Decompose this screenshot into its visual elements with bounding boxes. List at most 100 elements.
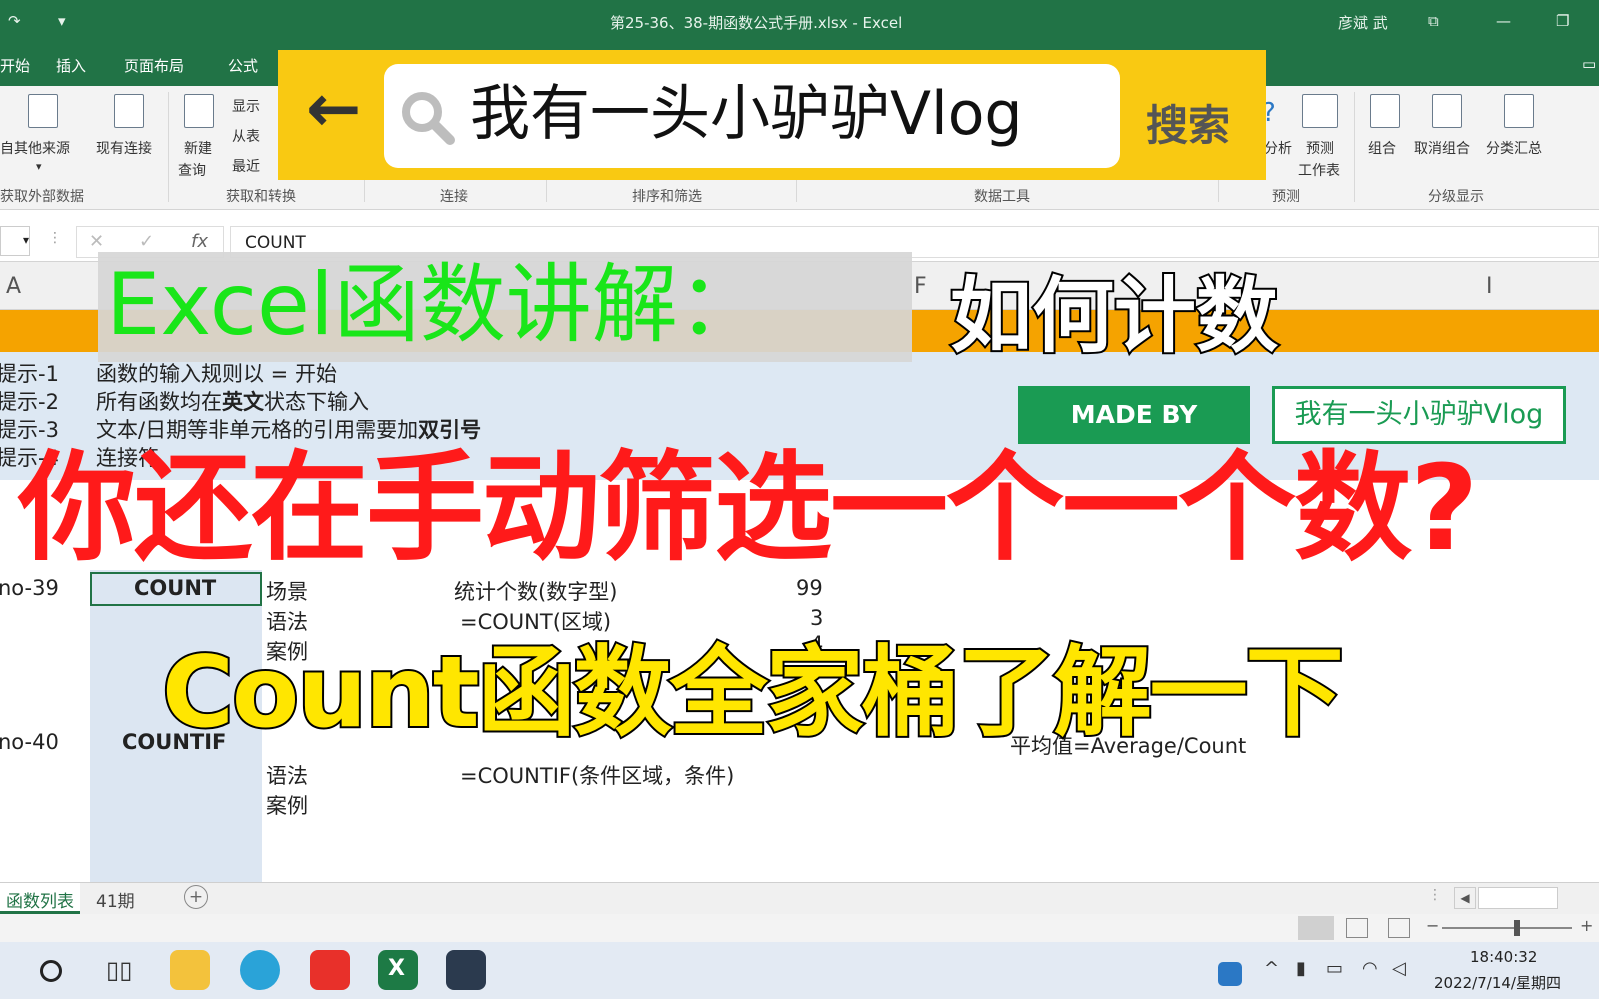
page-layout-view-icon[interactable]: [1346, 918, 1368, 938]
ribbon-expand-icon[interactable]: ▭: [1582, 55, 1596, 73]
other-sources-button[interactable]: 自其他来源: [0, 138, 70, 158]
window-title: 第25-36、38-期函数公式手册.xlsx - Excel: [610, 14, 903, 32]
column-header-a[interactable]: A: [6, 274, 21, 299]
minimize-icon[interactable]: —: [1496, 12, 1511, 30]
group-label-sort-filter: 排序和筛选: [632, 189, 702, 205]
name-box-dropdown-icon[interactable]: ▾: [0, 226, 30, 256]
group-button[interactable]: 组合: [1368, 138, 1396, 158]
page-break-view-icon[interactable]: [1388, 918, 1410, 938]
status-bar: − +: [0, 914, 1599, 942]
tab-insert[interactable]: 插入: [56, 55, 86, 76]
zoom-in-icon[interactable]: +: [1580, 916, 1593, 935]
normal-view-icon[interactable]: [1298, 916, 1334, 940]
tip-label-1[interactable]: 提示-1: [0, 358, 59, 388]
group-label-forecast: 预测: [1272, 189, 1300, 205]
edge-browser-icon[interactable]: [240, 950, 280, 990]
zoom-slider[interactable]: [1442, 927, 1572, 929]
tip-text-2-pre: 所有函数均在: [96, 390, 222, 414]
subtotal-button[interactable]: 分类汇总: [1486, 138, 1542, 158]
scroll-left-icon[interactable]: ◀: [1454, 887, 1476, 909]
redo-icon[interactable]: ↷: [8, 12, 21, 30]
tab-home[interactable]: 开始: [0, 55, 30, 76]
enter-icon[interactable]: ✓: [139, 231, 154, 252]
search-query-text: 我有一头小驴驴Vlog: [470, 79, 1023, 149]
what-if-analysis-button[interactable]: 分析: [1264, 138, 1292, 158]
wifi-icon[interactable]: ◠: [1362, 958, 1378, 979]
excel-app-icon[interactable]: X: [378, 950, 418, 990]
forecast-sheet-button-line1[interactable]: 预测: [1306, 138, 1334, 158]
tray-expand-icon[interactable]: ^: [1264, 958, 1279, 979]
volume-icon[interactable]: ◁: [1392, 958, 1406, 979]
tip-label-2[interactable]: 提示-2: [0, 386, 59, 416]
new-query-button-line1[interactable]: 新建: [184, 138, 212, 158]
splitter-icon[interactable]: ⋮: [48, 230, 62, 246]
row39-syntax-label[interactable]: 语法: [266, 606, 308, 636]
sheet-tab-function-list[interactable]: 函数列表: [0, 883, 80, 914]
heading-excel-functions: Excel函数讲解：: [106, 255, 764, 355]
tab-formulas[interactable]: 公式: [228, 55, 258, 76]
group-label-data-tools: 数据工具: [974, 189, 1030, 205]
existing-connections-button[interactable]: 现有连接: [96, 138, 152, 158]
forecast-sheet-button-line2[interactable]: 工作表: [1298, 160, 1340, 180]
search-circle-icon[interactable]: [40, 960, 62, 982]
group-label-get-transform: 获取和转换: [226, 189, 296, 205]
add-sheet-icon[interactable]: +: [184, 885, 208, 909]
tray-app-icon[interactable]: [1218, 962, 1242, 986]
row-no-40[interactable]: no-40: [0, 730, 59, 754]
horizontal-scrollbar[interactable]: [1478, 887, 1558, 909]
forecast-sheet-icon: [1302, 94, 1338, 128]
row40-syntax-label[interactable]: 语法: [266, 760, 308, 790]
zoom-out-icon[interactable]: −: [1426, 916, 1439, 935]
clock-time[interactable]: 18:40:32: [1470, 948, 1537, 966]
row39-scene-value[interactable]: 统计个数(数字型): [454, 576, 617, 606]
ungroup-icon: [1432, 94, 1462, 128]
ungroup-button[interactable]: 取消组合: [1414, 138, 1470, 158]
battery-icon[interactable]: ▭: [1326, 958, 1343, 979]
row39-syntax-value[interactable]: =COUNT(区域): [460, 606, 611, 636]
microphone-icon[interactable]: ▮: [1296, 958, 1306, 979]
bilibili-app-icon[interactable]: [446, 950, 486, 990]
ribbon-separator: [168, 92, 169, 202]
cancel-icon[interactable]: ✕: [89, 231, 104, 252]
user-name[interactable]: 彦斌 武: [1338, 12, 1388, 33]
restore-icon[interactable]: ❐: [1556, 12, 1569, 30]
task-view-icon[interactable]: ▯▯: [106, 956, 132, 984]
row40-example-label[interactable]: 案例: [266, 790, 308, 820]
row39-example-value-1[interactable]: 99: [796, 576, 823, 600]
row39-example-value-2[interactable]: 3: [810, 606, 823, 630]
column-header-f[interactable]: F: [914, 274, 927, 299]
subtotal-icon: [1504, 94, 1534, 128]
heading-how-to-count: 如何计数: [948, 269, 1280, 364]
tip-text-2-bold: 英文: [222, 390, 264, 414]
row-no-39[interactable]: no-39: [0, 576, 59, 600]
show-queries-button[interactable]: 显示: [232, 96, 260, 116]
tip-text-1[interactable]: 函数的输入规则以 = 开始: [96, 358, 337, 388]
group-label-connections: 连接: [440, 189, 468, 205]
group-label-outline: 分级显示: [1428, 189, 1484, 205]
headline-count-family: Count函数全家桶了解一下: [160, 636, 1346, 750]
column-header-i[interactable]: I: [1486, 274, 1493, 299]
sheet-tab-41[interactable]: 41期: [96, 887, 135, 912]
ribbon-separator: [1354, 92, 1355, 202]
search-button[interactable]: 搜索: [1146, 92, 1230, 153]
splitter-icon[interactable]: ⋮: [1428, 887, 1442, 903]
new-query-button-line2[interactable]: 查询: [178, 160, 206, 180]
tip-text-2[interactable]: 所有函数均在英文状态下输入: [96, 386, 369, 416]
clock-date[interactable]: 2022/7/14/星期四: [1434, 972, 1561, 993]
tab-page-layout[interactable]: 页面布局: [124, 55, 184, 76]
youdao-app-icon[interactable]: [310, 950, 350, 990]
zoom-slider-thumb[interactable]: [1514, 920, 1520, 936]
from-table-button[interactable]: 从表: [232, 126, 260, 146]
channel-badge: 我有一头小驴驴Vlog: [1272, 386, 1566, 444]
row40-syntax-value[interactable]: =COUNTIF(条件区域，条件): [460, 760, 734, 790]
title-bar: ↷ ▾ 第25-36、38-期函数公式手册.xlsx - Excel 彦斌 武 …: [0, 0, 1599, 44]
insert-function-icon[interactable]: fx: [191, 231, 208, 252]
ribbon-display-icon[interactable]: ⧉: [1428, 12, 1439, 30]
row39-scene-label[interactable]: 场景: [266, 576, 308, 606]
back-arrow-icon[interactable]: ←: [306, 76, 361, 142]
quick-access-dropdown-icon[interactable]: ▾: [58, 12, 66, 30]
sheet-tab-strip: 函数列表 41期 + ⋮ ◀: [0, 882, 1599, 914]
file-explorer-icon[interactable]: [170, 950, 210, 990]
func-name-count[interactable]: COUNT: [134, 576, 216, 600]
recent-sources-button[interactable]: 最近: [232, 156, 260, 176]
